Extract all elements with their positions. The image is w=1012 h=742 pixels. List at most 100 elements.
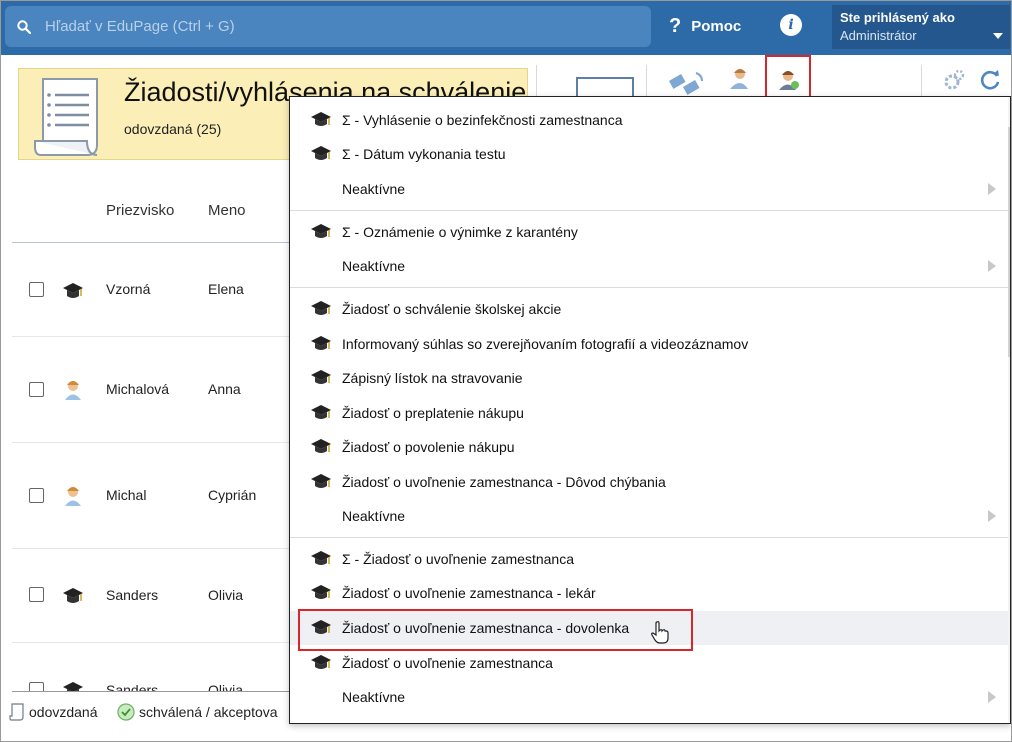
menu-divider <box>290 537 1008 538</box>
menu-item-label: Žiadosť o povolenie nákupu <box>342 439 515 455</box>
menu-divider <box>290 210 1008 211</box>
table-row[interactable]: Sanders Olivia <box>12 549 292 643</box>
question-icon: ? <box>669 14 682 37</box>
info-icon[interactable]: i <box>780 14 802 36</box>
cell-name: Olivia <box>208 682 244 691</box>
cell-surname: Vzorná <box>106 281 151 297</box>
submenu-arrow-icon <box>988 691 996 703</box>
menu-item[interactable]: Σ - Žiadosť o uvoľnenie zamestnanca <box>290 542 1008 576</box>
menu-item-label: Zápisný lístok na stravovanie <box>342 370 523 386</box>
menu-item[interactable]: Informovaný súhlas so zverejňovaním foto… <box>290 327 1008 361</box>
graduation-cap-icon <box>311 655 331 669</box>
document-icon <box>9 703 24 721</box>
chevron-down-icon <box>993 33 1003 39</box>
table-footer-divider <box>12 691 292 692</box>
menu-item[interactable]: Σ - Dátum vykonania testu <box>290 137 1008 171</box>
column-header-surname[interactable]: Priezvisko <box>106 202 174 219</box>
cell-surname: Sanders <box>106 682 159 691</box>
user-label: Ste prihlásený ako <box>840 10 955 25</box>
help-label: Pomoc <box>691 17 742 35</box>
legend-approved-label: schválená / akceptova <box>139 704 278 720</box>
legend-approved: schválená / akceptova <box>117 703 278 721</box>
row-checkbox[interactable] <box>29 382 44 397</box>
graduation-cap-icon <box>311 474 331 488</box>
legend-submitted: odovzdaná <box>9 703 98 721</box>
highlight-box <box>298 609 693 651</box>
menu-scrollbar-thumb[interactable] <box>1008 127 1010 357</box>
graduation-cap-icon <box>311 336 331 350</box>
page-subtitle: odovzdaná (25) <box>124 121 222 137</box>
graduation-cap-icon <box>311 370 331 384</box>
menu-item[interactable]: Žiadosť o schválenie školskej akcie <box>290 292 1008 326</box>
refresh-icon[interactable] <box>979 68 1001 90</box>
graduation-cap-icon <box>311 585 331 599</box>
menu-item-label: Žiadosť o schválenie školskej akcie <box>342 301 562 317</box>
help-button[interactable]: ? Pomoc <box>669 13 741 39</box>
menu-item[interactable]: Σ - Vyhlásenie o bezinfekčnosti zamestna… <box>290 103 1008 137</box>
legend-submitted-label: odovzdaná <box>29 704 98 720</box>
menu-item-label: Žiadosť o preplatenie nákupu <box>342 405 524 421</box>
menu-item[interactable]: Žiadosť o povolenie nákupu <box>290 430 1008 464</box>
teacher-icon <box>65 487 81 506</box>
menu-item-inactive[interactable]: Neaktívne <box>290 499 1008 533</box>
cell-surname: Sanders <box>106 587 159 603</box>
menu-item-label: Σ - Vyhlásenie o bezinfekčnosti zamestna… <box>342 112 623 128</box>
menu-item-label: Neaktívne <box>342 181 406 197</box>
graduation-cap-icon <box>311 224 331 238</box>
menu-divider <box>290 287 1008 288</box>
row-checkbox[interactable] <box>29 488 44 503</box>
student-cap-icon <box>63 588 83 603</box>
search-icon <box>17 19 31 34</box>
menu-item[interactable]: Žiadosť o preplatenie nákupu <box>290 396 1008 430</box>
user-menu[interactable]: Ste prihlásený ako Administrátor <box>832 5 1010 49</box>
user-group-icon[interactable] <box>728 67 750 91</box>
menu-item[interactable]: Žiadosť o uvoľnenie zamestnanca - lekár <box>290 576 1008 610</box>
submenu-arrow-icon <box>988 183 996 195</box>
menu-item[interactable]: Žiadosť o uvoľnenie zamestnanca <box>290 646 1008 680</box>
search-input[interactable] <box>45 18 605 35</box>
table-row[interactable]: Sanders Olivia <box>12 643 292 691</box>
gear-icon[interactable] <box>943 69 965 91</box>
menu-item-inactive[interactable]: Neaktívne <box>290 680 1008 714</box>
teacher-icon <box>65 381 81 400</box>
document-icon <box>34 78 98 156</box>
cell-surname: Michal <box>106 487 147 503</box>
graduation-cap-icon <box>311 301 331 315</box>
menu-item-label: Neaktívne <box>342 258 406 274</box>
submenu-arrow-icon <box>988 260 996 272</box>
menu-item-label: Informovaný súhlas so zverejňovaním foto… <box>342 336 749 352</box>
student-cap-icon <box>63 682 83 691</box>
graduation-cap-icon <box>311 439 331 453</box>
cell-name: Anna <box>208 381 241 397</box>
menu-item-label: Σ - Žiadosť o uvoľnenie zamestnanca <box>342 551 574 567</box>
satellite-icon[interactable] <box>666 69 706 95</box>
menu-item-label: Σ - Dátum vykonania testu <box>342 146 506 162</box>
row-checkbox[interactable] <box>29 587 44 602</box>
menu-item[interactable]: Žiadosť o uvoľnenie zamestnanca - Dôvod … <box>290 465 1008 499</box>
row-checkbox[interactable] <box>29 682 44 691</box>
search-box[interactable] <box>5 6 651 47</box>
menu-item-inactive[interactable]: Neaktívne <box>290 249 1008 283</box>
menu-item-label: Σ - Oznámenie o výnimke z karantény <box>342 224 578 240</box>
cell-name: Elena <box>208 281 244 297</box>
row-checkbox[interactable] <box>29 282 44 297</box>
student-cap-icon <box>63 283 83 298</box>
table-row[interactable]: Michalová Anna <box>12 337 292 443</box>
graduation-cap-icon <box>311 146 331 160</box>
column-header-name[interactable]: Meno <box>208 202 246 219</box>
menu-item-label: Žiadosť o uvoľnenie zamestnanca <box>342 655 553 671</box>
menu-item-label: Žiadosť o uvoľnenie zamestnanca - Dôvod … <box>342 474 666 490</box>
table-row[interactable]: Vzorná Elena <box>12 243 292 337</box>
cell-name: Cyprián <box>208 487 257 503</box>
menu-item[interactable]: Zápisný lístok na stravovanie <box>290 361 1008 395</box>
menu-item-label: Neaktívne <box>342 508 406 524</box>
top-bar: ? Pomoc i Ste prihlásený ako Administrát… <box>1 1 1011 55</box>
submenu-arrow-icon <box>988 510 996 522</box>
user-role: Administrátor <box>840 28 917 43</box>
menu-item-label: Neaktívne <box>342 689 406 705</box>
menu-item-inactive[interactable]: Neaktívne <box>290 172 1008 206</box>
menu-item-label: Žiadosť o uvoľnenie zamestnanca - lekár <box>342 585 596 601</box>
table-row[interactable]: Michal Cyprián <box>12 443 292 549</box>
hand-cursor-icon <box>651 621 669 644</box>
menu-item[interactable]: Σ - Oznámenie o výnimke z karantény <box>290 215 1008 249</box>
